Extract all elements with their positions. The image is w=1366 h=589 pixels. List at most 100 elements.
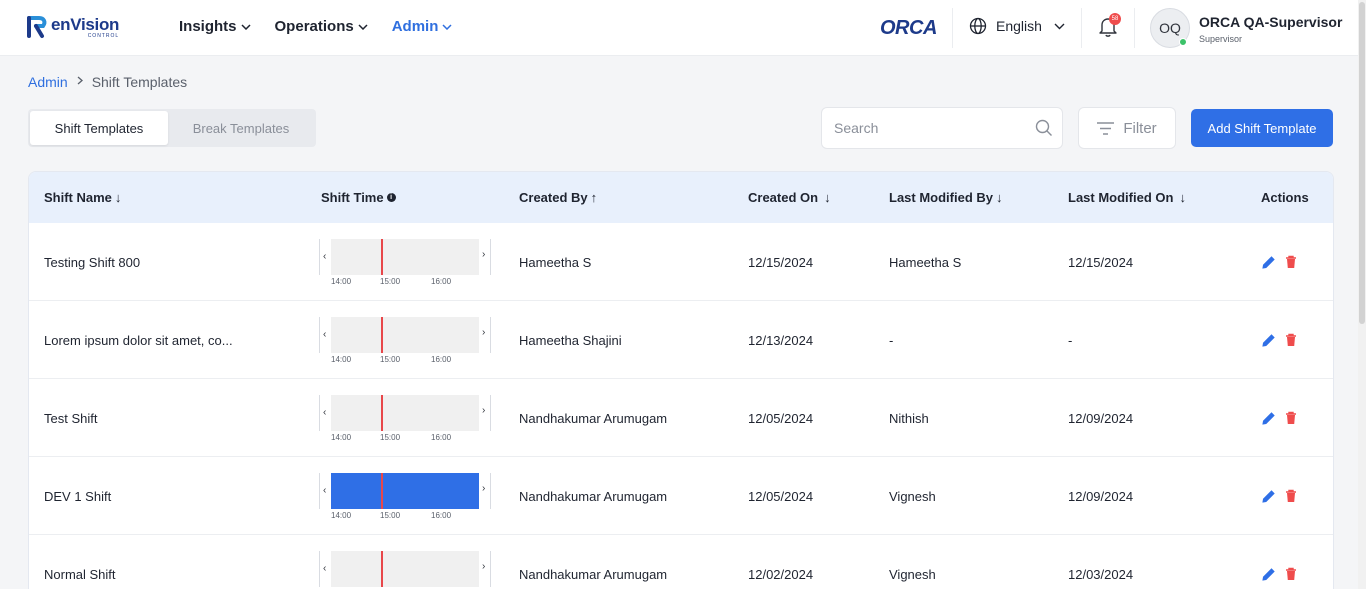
modified-on-cell: 12/15/2024 [1068,255,1134,270]
timeline-track [331,317,479,353]
shift-templates-table: Shift Name ↓ Shift Time i Created By ↑ Crea… [28,171,1334,589]
column-header-created-by[interactable]: Created By ↑ [519,190,597,205]
modified-by-cell: - [889,333,894,348]
breadcrumb-admin-link[interactable]: Admin [28,74,68,90]
timeline-track [331,239,479,275]
timeline-prev-arrow-icon[interactable]: ‹ [319,473,331,509]
modified-on-cell: - [1068,333,1073,348]
info-icon[interactable]: i [386,193,396,202]
timeline-tick: 14:00 [331,433,352,442]
modified-on-cell: 12/03/2024 [1068,567,1134,582]
column-header-actions: Actions [1261,190,1309,205]
column-header-shift-name[interactable]: Shift Name ↓ [44,190,121,205]
timeline-tick: 15:00 [380,355,401,364]
filter-button-label: Filter [1123,119,1157,137]
modified-by-cell: Hameetha S [889,255,962,270]
breadcrumb: Admin Shift Templates [28,74,187,90]
timeline-next-arrow-icon[interactable]: › [479,473,491,509]
notification-count-badge: 58 [1109,13,1121,25]
shift-name-cell: Test Shift [44,411,98,426]
column-label: Last Modified On [1068,190,1174,205]
table-row[interactable]: Normal Shift ‹ › 14:00 15:00 16:00 Nandh… [29,535,1333,589]
timeline-next-arrow-icon[interactable]: › [479,395,491,431]
tab-break-templates[interactable]: Break Templates [168,111,314,145]
scrollbar-thumb[interactable] [1359,2,1365,324]
edit-pencil-icon[interactable] [1262,567,1276,581]
sort-arrow-icon[interactable]: ↓ [824,190,831,205]
timeline-tick: 14:00 [331,511,352,520]
template-type-tabs: Shift Templates Break Templates [28,109,316,147]
timeline-prev-arrow-icon[interactable]: ‹ [319,395,331,431]
table-row[interactable]: Test Shift ‹ › 14:00 15:00 16:00 Nandhak… [29,379,1333,457]
table-row[interactable]: Testing Shift 800 ‹ › 14:00 15:00 16:00 … [29,223,1333,301]
timeline-tick: 16:00 [431,511,452,520]
shift-name-cell: Lorem ipsum dolor sit amet, co... [44,333,233,348]
timeline-track [331,473,479,509]
edit-pencil-icon[interactable] [1262,255,1276,269]
created-by-cell: Nandhakumar Arumugam [519,489,668,504]
nav-admin[interactable]: Admin [392,18,453,35]
nav-insights-label: Insights [179,18,237,35]
envision-logo[interactable]: enVision CONTROL [26,15,119,39]
timeline-next-arrow-icon[interactable]: › [479,551,491,587]
row-actions [1262,255,1297,269]
notifications-button[interactable]: 58 [1098,13,1121,40]
timeline-prev-arrow-icon[interactable]: ‹ [319,551,331,587]
timeline-next-arrow-icon[interactable]: › [479,317,491,353]
divider [1081,8,1082,48]
language-label: English [996,18,1042,34]
timeline-tick: 15:00 [380,433,401,442]
tab-shift-templates[interactable]: Shift Templates [30,111,168,145]
shift-name-cell: Normal Shift [44,567,116,582]
add-shift-template-button[interactable]: Add Shift Template [1191,109,1333,147]
search-icon[interactable] [1035,119,1053,137]
sort-arrow-icon[interactable]: ↓ [1179,190,1186,205]
language-selector[interactable]: English [969,17,1065,35]
created-on-cell: 12/02/2024 [748,567,814,582]
column-header-last-modified-on[interactable]: Last Modified On ↓ [1068,190,1186,205]
timeline-prev-arrow-icon[interactable]: ‹ [319,239,331,275]
timeline-prev-arrow-icon[interactable]: ‹ [319,317,331,353]
delete-trash-icon[interactable] [1285,411,1297,425]
column-header-shift-time: Shift Time i [321,190,396,205]
table-row[interactable]: Lorem ipsum dolor sit amet, co... ‹ › 14… [29,301,1333,379]
search-input[interactable] [834,118,1024,138]
timeline-tick: 14:00 [331,277,352,286]
breadcrumb-current: Shift Templates [91,74,188,90]
edit-pencil-icon[interactable] [1262,333,1276,347]
nav-operations[interactable]: Operations [275,18,368,35]
envision-logo-mark-icon [26,15,48,39]
modified-by-cell: Vignesh [889,489,936,504]
shift-name-cell: Testing Shift 800 [44,255,141,270]
edit-pencil-icon[interactable] [1262,411,1276,425]
avatar-initials: OQ [1159,20,1181,36]
nav-insights[interactable]: Insights [179,18,251,35]
avatar[interactable]: OQ [1150,8,1190,48]
timeline-next-arrow-icon[interactable]: › [479,239,491,275]
page-scrollbar[interactable] [1358,0,1366,589]
edit-pencil-icon[interactable] [1262,489,1276,503]
sort-arrow-icon[interactable]: ↓ [996,190,1003,205]
modified-by-cell: Vignesh [889,567,936,582]
created-by-cell: Nandhakumar Arumugam [519,411,668,426]
logo-name: enVision [51,14,120,34]
column-header-last-modified-by[interactable]: Last Modified By ↓ [889,190,1003,205]
row-actions [1262,567,1297,581]
search-box [821,107,1063,149]
delete-trash-icon[interactable] [1285,333,1297,347]
table-row[interactable]: DEV 1 Shift ‹ › 14:00 15:00 16:00 Nandha… [29,457,1333,535]
delete-trash-icon[interactable] [1285,567,1297,581]
column-header-created-on[interactable]: Created On ↓ [748,190,831,205]
timeline-tick: 16:00 [431,433,452,442]
filter-icon [1097,121,1115,135]
shift-time-timeline: ‹ › 14:00 15:00 16:00 [319,317,491,365]
user-role: Supervisor [1199,34,1243,44]
created-on-cell: 12/05/2024 [748,489,814,504]
globe-icon [969,17,987,35]
current-time-marker [381,395,383,431]
delete-trash-icon[interactable] [1285,255,1297,269]
sort-arrow-icon[interactable]: ↓ [115,190,122,205]
filter-button[interactable]: Filter [1078,107,1176,149]
delete-trash-icon[interactable] [1285,489,1297,503]
sort-arrow-icon[interactable]: ↑ [591,190,598,205]
